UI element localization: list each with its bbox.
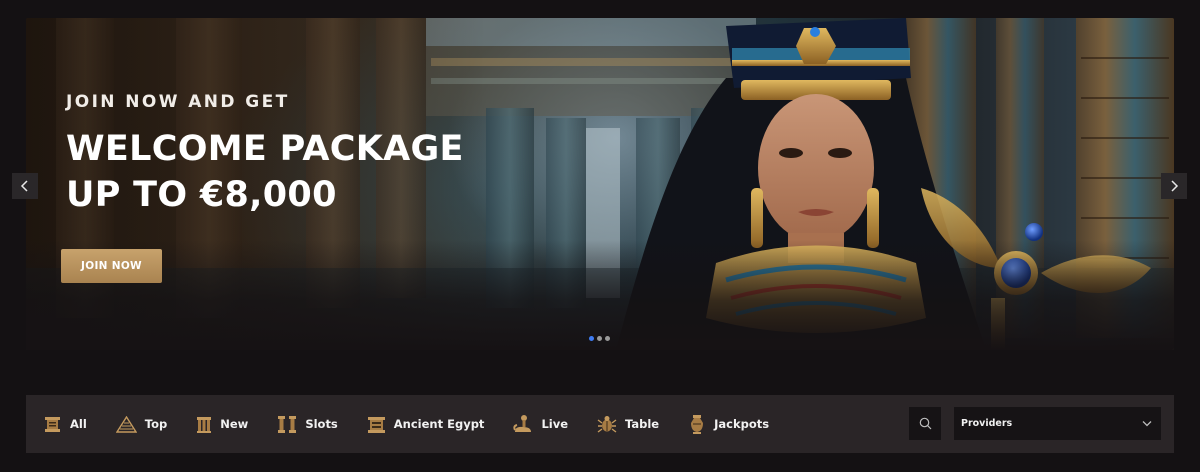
tab-label: All — [70, 417, 87, 431]
tab-label: Jackpots — [714, 417, 770, 431]
tab-all[interactable]: All — [43, 415, 87, 434]
scroll-icon — [45, 416, 60, 432]
hero-text-block: JOIN NOW AND GET WELCOME PACKAGE UP TO €… — [66, 92, 464, 218]
category-tabs: All Top New Slots Ancient Egypt Live Tab… — [43, 395, 798, 453]
hero-bottom-fade — [26, 240, 1174, 350]
tab-label: Top — [144, 417, 168, 431]
tab-label: New — [220, 417, 249, 431]
hero-kicker: JOIN NOW AND GET — [66, 92, 290, 112]
search-button[interactable] — [909, 407, 941, 440]
page: JOIN NOW AND GET WELCOME PACKAGE UP TO €… — [0, 0, 1200, 472]
scarab-icon — [597, 415, 617, 433]
carousel-next-button[interactable] — [1161, 173, 1187, 199]
hero-title-line-2: UP TO €8,000 — [66, 175, 337, 215]
tablet-icon — [367, 416, 385, 433]
tab-slots[interactable]: Slots — [277, 415, 338, 434]
carousel-dot-3[interactable] — [605, 336, 610, 341]
providers-select-value: Providers — [961, 418, 1013, 429]
carousel-dots — [589, 336, 610, 341]
snake-icon — [513, 415, 532, 432]
tab-jackpots[interactable]: Jackpots — [688, 414, 769, 434]
tab-top[interactable]: Top — [115, 415, 168, 433]
tab-live[interactable]: Live — [513, 414, 568, 434]
temple-icon — [197, 416, 212, 433]
hero-banner[interactable]: JOIN NOW AND GET WELCOME PACKAGE UP TO €… — [26, 18, 1174, 350]
hero-title: WELCOME PACKAGE UP TO €8,000 — [66, 126, 464, 218]
carousel-prev-button[interactable] — [12, 173, 38, 199]
join-now-button[interactable]: JOIN NOW — [61, 249, 162, 283]
carousel-dot-2[interactable] — [597, 336, 602, 341]
urn-icon — [691, 415, 704, 434]
category-bar: All Top New Slots Ancient Egypt Live Tab… — [26, 395, 1174, 453]
tab-new[interactable]: New — [196, 415, 248, 434]
tab-table[interactable]: Table — [597, 415, 659, 434]
tab-label: Live — [541, 417, 569, 431]
tab-label: Ancient Egypt — [393, 417, 485, 431]
chevron-down-icon — [1142, 421, 1152, 427]
chevron-left-icon — [20, 180, 28, 192]
tab-label: Slots — [305, 417, 338, 431]
tab-ancient-egypt[interactable]: Ancient Egypt — [367, 415, 485, 434]
hero-title-line-1: WELCOME PACKAGE — [66, 129, 464, 169]
pyramid-icon — [115, 415, 137, 433]
tab-label: Table — [625, 417, 660, 431]
providers-select[interactable]: Providers — [954, 407, 1161, 440]
columns-icon — [278, 415, 297, 433]
search-icon — [919, 417, 931, 430]
carousel-dot-1[interactable] — [589, 336, 594, 341]
chevron-right-icon — [1171, 180, 1179, 192]
